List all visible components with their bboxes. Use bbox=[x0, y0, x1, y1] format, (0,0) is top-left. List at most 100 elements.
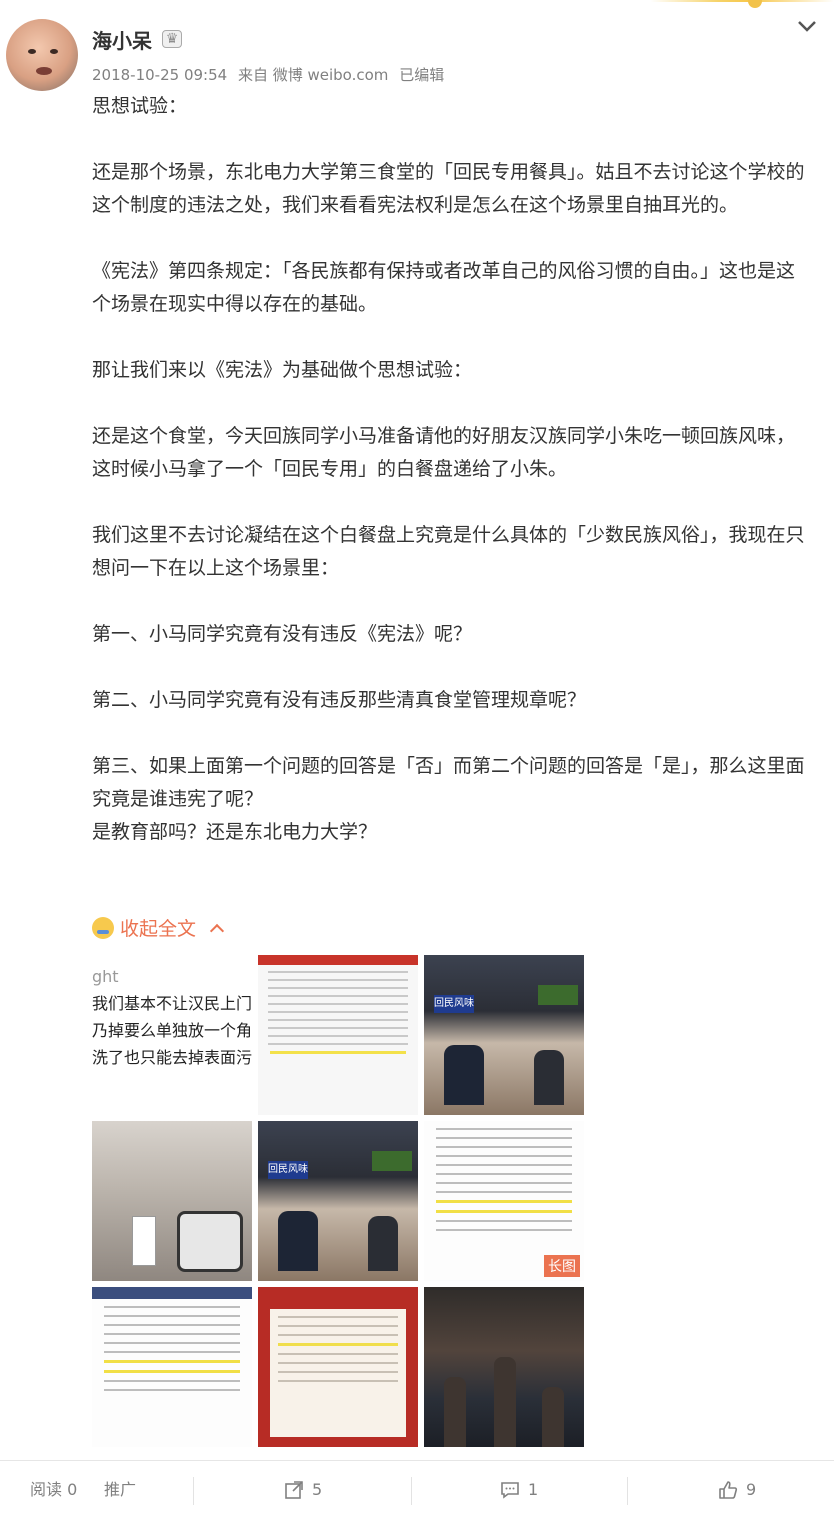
doc-line bbox=[268, 979, 408, 981]
username[interactable]: 海小呆 bbox=[92, 25, 152, 54]
doc-line bbox=[104, 1342, 240, 1344]
thumb-text-line: 洗了也只能去掉表面污 bbox=[92, 1048, 252, 1067]
doc-line bbox=[436, 1191, 572, 1193]
collapse-fulltext-link[interactable]: 收起全文 bbox=[92, 914, 225, 941]
chevron-down-icon[interactable] bbox=[796, 18, 818, 34]
rice-cooker bbox=[177, 1211, 243, 1272]
post-source[interactable]: 来自 微博 weibo.com bbox=[238, 66, 388, 84]
doc-line bbox=[268, 987, 408, 989]
doc-line bbox=[436, 1128, 572, 1130]
post-paragraph bbox=[92, 123, 808, 156]
avatar-eye bbox=[50, 49, 58, 54]
doc-line bbox=[436, 1173, 572, 1175]
post-paragraph: 还是那个场景，东北电力大学第三食堂的「回民专用餐具」。姑且不去讨论这个学校的这个… bbox=[92, 161, 805, 216]
scene-figure bbox=[542, 1387, 564, 1447]
doc-line bbox=[278, 1380, 398, 1382]
top-decoration bbox=[0, 0, 834, 2]
doc-line bbox=[268, 1027, 408, 1029]
promote-button[interactable]: 推广 bbox=[104, 1461, 136, 1519]
comment-icon bbox=[501, 1482, 519, 1499]
doc-line bbox=[104, 1324, 240, 1326]
post-paragraph bbox=[92, 651, 808, 684]
long-image-badge: 长图 bbox=[544, 1255, 580, 1277]
post-paragraph bbox=[92, 387, 808, 420]
doc-line bbox=[436, 1182, 572, 1184]
post-paragraph: 是教育部吗？还是东北电力大学？ bbox=[92, 821, 378, 843]
favorite-ribbon-icon bbox=[748, 0, 762, 8]
thumbs-up-icon bbox=[719, 1481, 738, 1499]
image-thumb-document[interactable] bbox=[92, 1287, 252, 1447]
canteen-sign: 回民风味 bbox=[268, 1161, 308, 1179]
scene-figure bbox=[444, 1377, 466, 1447]
doc-highlight bbox=[104, 1370, 240, 1373]
image-thumb-text[interactable]: ght 我们基本不让汉民上门 乃掉要么单独放一个角 洗了也只能去掉表面污 bbox=[92, 955, 252, 1123]
doc-line bbox=[268, 1003, 408, 1005]
post-meta: 2018-10-25 09:54 来自 微博 weibo.com 已编辑 bbox=[92, 64, 450, 85]
avatar[interactable] bbox=[6, 19, 78, 91]
post-paragraph bbox=[92, 321, 808, 354]
doc-line bbox=[268, 1035, 408, 1037]
doc-line bbox=[436, 1164, 572, 1166]
doc-line bbox=[278, 1353, 398, 1355]
canteen-person bbox=[278, 1211, 318, 1271]
doc-line bbox=[268, 1011, 408, 1013]
image-thumb-canteen[interactable]: 回民风味 bbox=[258, 1121, 418, 1281]
doc-highlight bbox=[104, 1360, 240, 1363]
thumb-text-line: ght bbox=[92, 967, 119, 986]
doc-line bbox=[436, 1155, 572, 1157]
doc-line bbox=[278, 1325, 398, 1327]
post-time[interactable]: 2018-10-25 09:54 bbox=[92, 66, 227, 84]
doc-highlight bbox=[436, 1200, 572, 1203]
post-paragraph: 我们这里不去讨论凝结在这个白餐盘上究竟是什么具体的「少数民族风俗」，我现在只想问… bbox=[92, 524, 805, 579]
read-count-label: 阅读 0 bbox=[30, 1480, 78, 1499]
image-thumb-scene[interactable] bbox=[424, 1287, 584, 1447]
canteen-sign-green bbox=[538, 985, 578, 1005]
image-thumb-long[interactable]: 长图 bbox=[424, 1121, 584, 1281]
doc-highlight bbox=[270, 1051, 406, 1054]
doc-line bbox=[104, 1380, 240, 1382]
avatar-eye bbox=[28, 49, 36, 54]
comment-button[interactable]: 1 bbox=[500, 1461, 538, 1519]
doc-line bbox=[436, 1229, 572, 1231]
doc-line bbox=[278, 1371, 398, 1373]
image-thumb-red-document[interactable] bbox=[258, 1287, 418, 1447]
chevron-up-icon bbox=[209, 923, 225, 938]
canteen-sign: 回民风味 bbox=[434, 995, 474, 1013]
post-paragraph bbox=[92, 585, 808, 618]
doc-line bbox=[436, 1137, 572, 1139]
doc-line bbox=[104, 1333, 240, 1335]
doc-line bbox=[436, 1220, 572, 1222]
like-button[interactable]: 9 bbox=[718, 1461, 756, 1519]
counter-card bbox=[132, 1216, 156, 1266]
image-thumb-document[interactable] bbox=[258, 955, 418, 1115]
collapse-label: 收起全文 bbox=[120, 918, 197, 940]
doc-line bbox=[278, 1334, 398, 1336]
action-bar: 阅读 0 推广 5 1 9 bbox=[0, 1460, 834, 1519]
image-thumb-counter[interactable] bbox=[92, 1121, 252, 1281]
repost-button[interactable]: 5 bbox=[284, 1461, 322, 1519]
doc-line bbox=[268, 995, 408, 997]
vip-crown-icon[interactable]: ♛ bbox=[162, 30, 182, 48]
doc-header-bar bbox=[92, 1287, 252, 1299]
post-paragraph: 第一、小马同学究竟有没有违反《宪法》呢？ bbox=[92, 623, 473, 645]
doc-highlight bbox=[278, 1343, 398, 1346]
doc-line bbox=[268, 1043, 408, 1045]
doc-line bbox=[104, 1389, 240, 1391]
post-paragraph bbox=[92, 486, 808, 519]
like-count: 9 bbox=[746, 1480, 757, 1499]
post-paragraph: 那让我们来以《宪法》为基础做个思想试验： bbox=[92, 359, 473, 381]
shrug-emoji-icon bbox=[92, 916, 114, 939]
canteen-person bbox=[534, 1050, 564, 1105]
repost-icon bbox=[285, 1481, 303, 1499]
comment-count: 1 bbox=[528, 1480, 539, 1499]
post-paragraph bbox=[92, 717, 808, 750]
post-paragraph: 还是这个食堂，今天回族同学小马准备请他的好朋友汉族同学小朱吃一顿回族风味，这时候… bbox=[92, 425, 796, 480]
image-thumb-canteen[interactable]: 回民风味 bbox=[424, 955, 584, 1115]
doc-line bbox=[268, 1019, 408, 1021]
post-edited[interactable]: 已编辑 bbox=[399, 66, 444, 84]
doc-line bbox=[268, 971, 408, 973]
doc-highlight bbox=[436, 1210, 572, 1213]
doc-line bbox=[278, 1316, 398, 1318]
doc-line bbox=[436, 1146, 572, 1148]
doc-line bbox=[104, 1351, 240, 1353]
